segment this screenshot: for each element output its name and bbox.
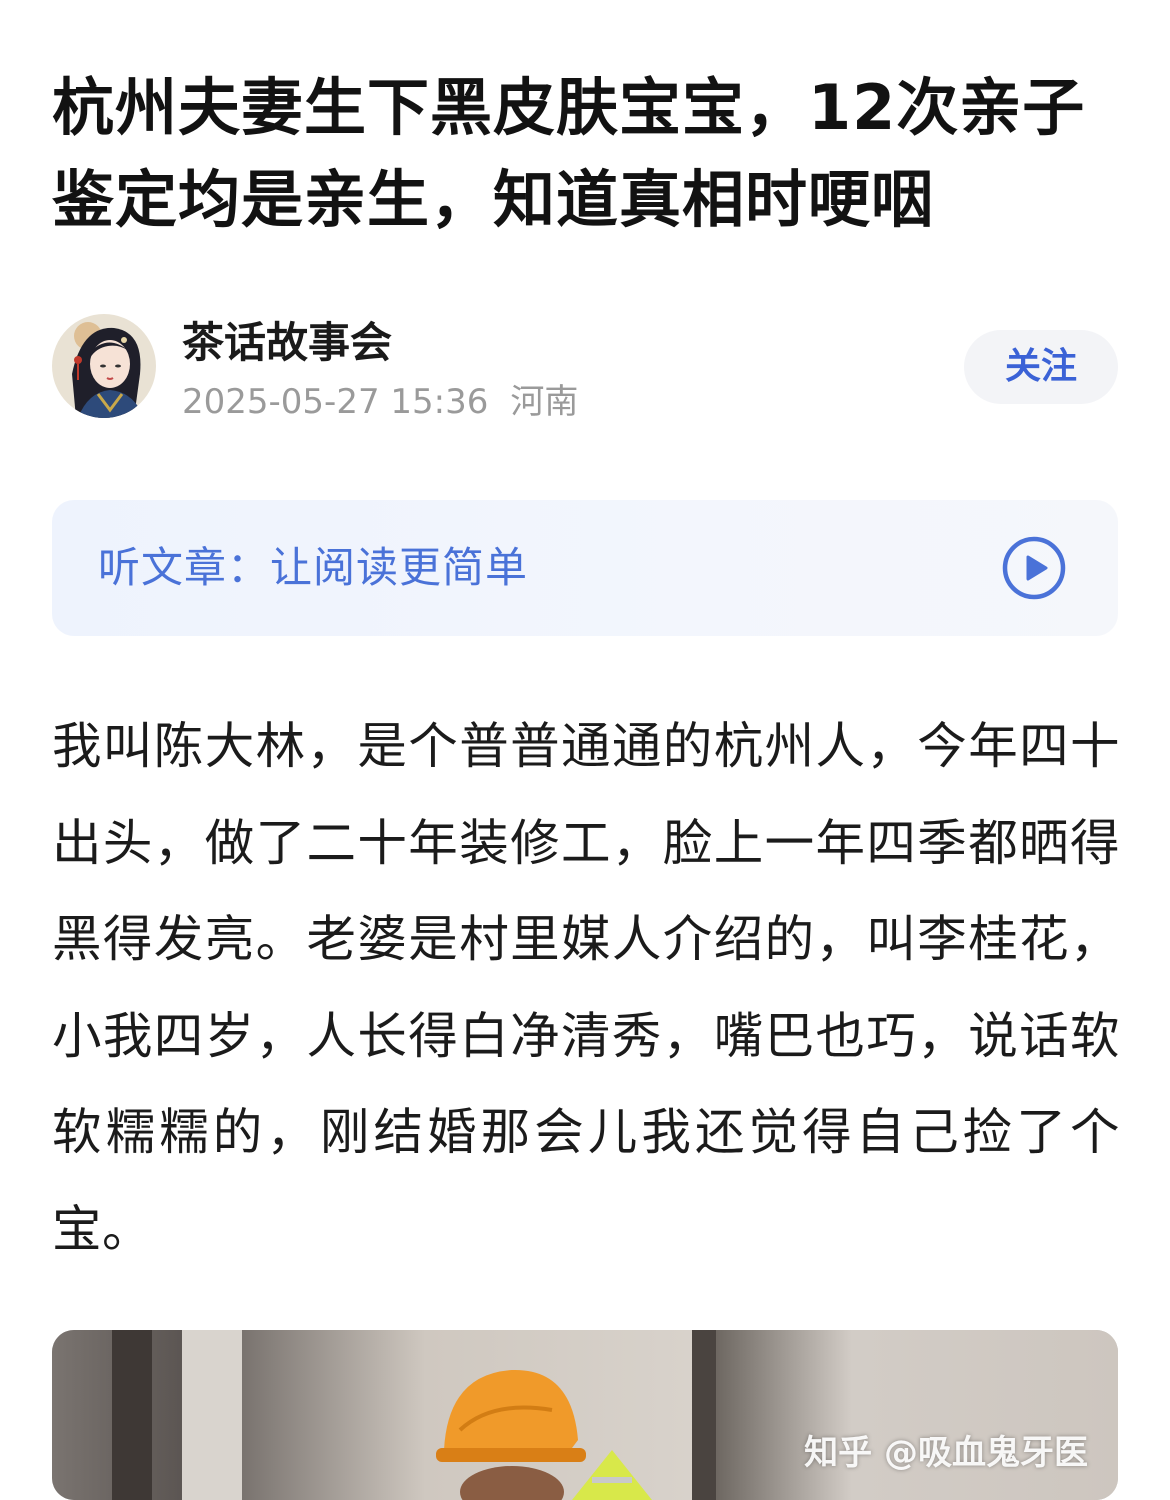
construction-worker-photo xyxy=(52,1330,1118,1500)
follow-button[interactable]: 关注 xyxy=(964,330,1118,404)
image-watermark: 知乎 @吸血鬼牙医 xyxy=(804,1433,1088,1473)
listen-article-label: 听文章：让阅读更简单 xyxy=(98,543,529,592)
play-circle-icon[interactable] xyxy=(1002,536,1066,600)
article-image[interactable]: 知乎 @吸血鬼牙医 xyxy=(52,1330,1118,1500)
post-meta: 2025-05-27 15:36 河南 xyxy=(182,380,578,424)
author-avatar[interactable] xyxy=(52,314,156,418)
article-title: 杭州夫妻生下黑皮肤宝宝，12次亲子鉴定均是亲生，知道真相时哽咽 xyxy=(52,71,1086,236)
avatar-illustration-icon xyxy=(52,314,156,418)
post-timestamp: 2025-05-27 15:36 xyxy=(182,382,489,422)
listen-article-card[interactable]: 听文章：让阅读更简单 xyxy=(52,500,1118,636)
author-row: 茶话故事会 2025-05-27 15:36 河南 关注 xyxy=(52,314,1118,422)
post-region: 河南 xyxy=(510,382,579,422)
article-body-paragraph: 我叫陈大林，是个普普通通的杭州人，今年四十出头，做了二十年装修工，脸上一年四季都… xyxy=(52,717,1120,1258)
author-name[interactable]: 茶话故事会 xyxy=(182,316,392,370)
